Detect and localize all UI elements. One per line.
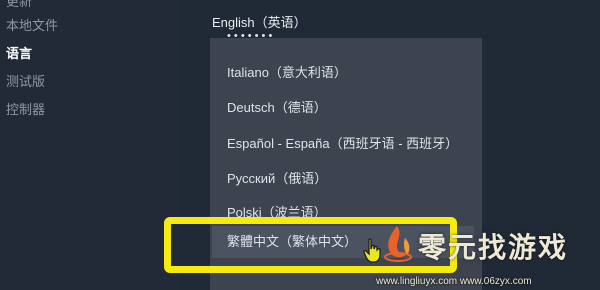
sidebar-item-controller[interactable]: 控制器 <box>6 99 45 118</box>
language-option-russian[interactable]: Русский（俄语） <box>227 168 327 187</box>
language-select-current[interactable]: English（英语） <box>212 12 307 31</box>
watermark-text: 零元找游戏 <box>418 231 569 264</box>
settings-sidebar: 更新 本地文件 语言 测试版 控制器 <box>0 0 180 290</box>
watermark-url: www.lingliuyx.com www.06zyx.com <box>376 276 532 287</box>
language-option-italian[interactable]: Italiano（意大利语） <box>227 62 347 81</box>
language-option-spanish[interactable]: Español - España（西班牙语 - 西班牙） <box>227 133 458 152</box>
dropdown-clipped-item: • • • • • • • <box>227 30 273 39</box>
sidebar-item-language[interactable]: 语言 <box>6 43 32 62</box>
watermark-logo-icon <box>384 226 412 262</box>
sidebar-item-local-files[interactable]: 本地文件 <box>6 15 58 34</box>
sidebar-item-updates[interactable]: 更新 <box>6 0 32 10</box>
language-option-german[interactable]: Deutsch（德语） <box>227 97 327 116</box>
sidebar-item-betas[interactable]: 测试版 <box>6 71 45 90</box>
